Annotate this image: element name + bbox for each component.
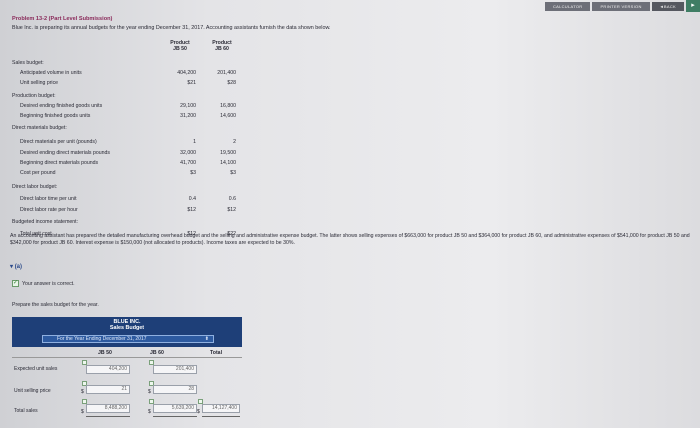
given-data-value-jb60: $12 [227,206,236,213]
budget-name: Sales Budget [109,325,145,331]
given-data-value-jb60: 201,400 [217,70,236,77]
given-data-value-jb50: $21 [187,80,196,87]
assistant-paragraph: An accounting assistant has prepared the… [10,233,690,246]
double-underline [202,416,240,417]
budget-col-total: Total [210,350,223,356]
given-data-value-jb50: 29,100 [180,102,196,109]
currency-symbol: $ [148,389,151,395]
sales-budget-header: BLUE INC. Sales Budget For the Year Endi… [12,317,242,347]
period-select[interactable]: For the Year Ending December 31, 2017 ⬍ [42,335,214,343]
given-data-value-jb60: $28 [227,80,236,87]
row-label-expected-unit-sales: Expected unit sales [14,366,58,372]
given-data-value-jb50: $12 [187,206,196,213]
part-a-label: (a) [14,264,23,270]
given-data-value-jb50: 1 [193,139,196,146]
part-a-header[interactable]: ▾ (a) [10,263,22,270]
given-data-label: Direct labor time per unit [20,196,77,203]
budget-col-jb60: JB 60 [150,350,164,356]
budget-col-jb50: JB 50 [98,350,112,356]
expected-unit-sales-jb60-input[interactable]: 201,400 [153,365,197,374]
calculator-button[interactable]: CALCULATOR [544,1,591,11]
top-toolbar: CALCULATOR PRINTER VERSION ◄BACK ▸ [544,0,700,12]
check-icon: ✓ [12,280,19,287]
given-data-label: Cost per pound [20,170,56,176]
given-data-label: Direct materials budget: [12,125,67,132]
header-divider [12,357,242,358]
answer-feedback: ✓ Your answer is correct. [12,280,75,287]
currency-symbol: $ [148,409,151,415]
given-data-value-jb60: 2 [233,139,236,146]
question-prompt: Prepare the sales budget for the year. [12,302,99,308]
given-data-value-jb60: 19,500 [220,149,236,156]
back-button[interactable]: ◄BACK [651,1,684,11]
currency-symbol: $ [81,409,84,415]
problem-intro: Blue Inc. is preparing its annual budget… [12,25,331,31]
given-data-value-jb50: 0.4 [188,196,196,203]
given-data-label: Beginning finished goods units [20,113,91,119]
total-sales-jb60-input[interactable]: 5,639,200 [153,404,197,413]
problem-page: CALCULATOR PRINTER VERSION ◄BACK ▸ Probl… [0,0,700,428]
expand-caret-icon: ▾ [10,264,14,270]
column-header-jb50-text: Product JB 50 [160,40,200,52]
unit-selling-price-jb50-input[interactable]: 21 [86,385,130,394]
given-data-value-jb60: 14,100 [220,159,236,166]
given-data-label: Desired ending finished goods units [20,102,103,109]
given-data-label: Anticipated volume in units [20,70,82,77]
given-data-value-jb50: 31,200 [180,113,196,119]
column-header-line: JB 50 [173,46,187,52]
given-data-value-jb50: $3 [190,170,196,176]
given-data-value-jb60: $3 [230,170,236,176]
given-data-label: Budgeted income statement: [12,218,79,225]
printer-version-button[interactable]: PRINTER VERSION [592,1,650,11]
select-caret-icon: ⬍ [204,336,209,342]
feedback-text: Your answer is correct. [22,280,75,287]
given-data-value-jb60: 16,800 [220,102,236,109]
column-header-jb60-text: Product JB 60 [202,40,242,52]
given-data-label: Beginning direct materials pounds [20,159,99,166]
column-header-jb60: Product JB 60 [202,40,242,52]
column-header-line: JB 60 [215,46,229,52]
period-select-value: For the Year Ending December 31, 2017 [57,336,147,342]
given-data-label: Unit selling price [20,80,59,87]
double-underline [86,416,130,417]
unit-selling-price-jb60-input[interactable]: 28 [153,385,197,394]
given-data-label: Production budget: [12,92,56,99]
total-sales-jb50-input[interactable]: 8,488,200 [86,404,130,413]
given-data-label: Sales budget: [12,60,44,66]
currency-symbol: $ [81,389,84,395]
row-label-unit-selling-price: Unit selling price [14,388,51,394]
currency-symbol: $ [197,409,200,415]
column-header-jb50: Product JB 50 [160,40,200,52]
given-data-label: Direct labor budget: [12,184,58,191]
given-data-value-jb50: 404,200 [177,70,196,77]
problem-title: Problem 13-2 (Part Level Submission) [12,16,113,22]
next-arrow-icon[interactable]: ▸ [686,0,700,12]
total-sales-total-input[interactable]: 14,127,400 [202,404,240,413]
given-data-value-jb60: 0.6 [228,196,236,203]
given-data-label: Direct labor rate per hour [20,206,78,213]
row-label-total-sales: Total sales [14,408,38,414]
expected-unit-sales-jb50-input[interactable]: 404,200 [86,365,130,374]
given-data-label: Desired ending direct materials pounds [20,149,110,156]
given-data-label: Direct materials per unit (pounds) [20,139,97,146]
given-data-value-jb50: 41,700 [180,159,196,166]
double-underline [153,416,197,417]
given-data-value-jb60: 14,600 [220,113,236,119]
given-data-value-jb50: 32,000 [180,149,196,156]
